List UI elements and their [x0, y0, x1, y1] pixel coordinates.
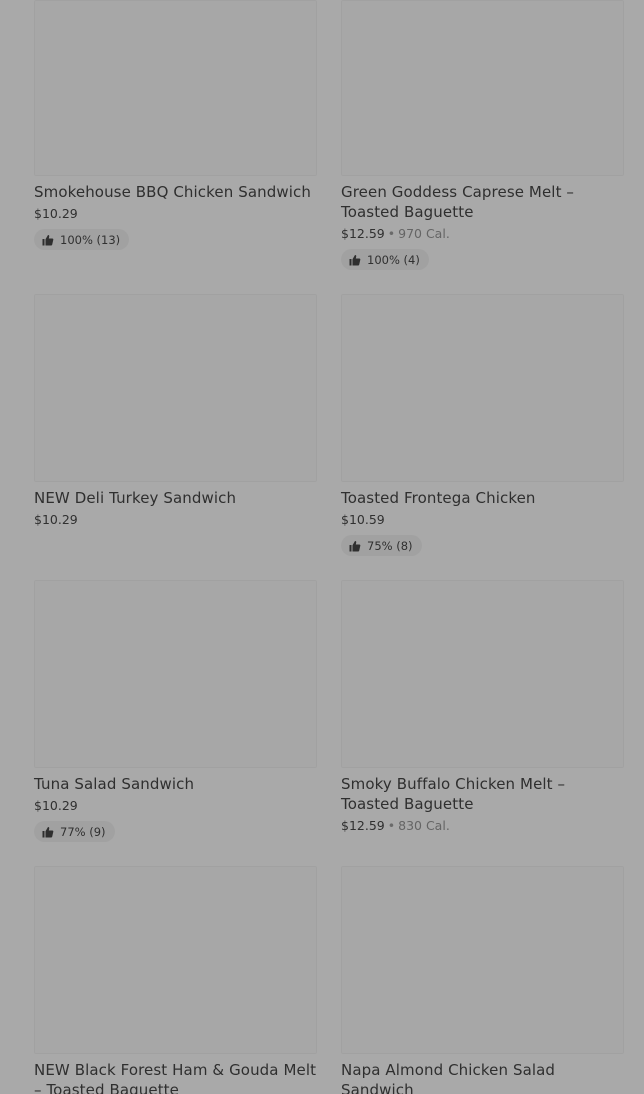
item-meta: $10.59 [341, 510, 624, 530]
item-image[interactable] [341, 0, 624, 176]
item-image[interactable] [341, 866, 624, 1054]
meta-separator: • [387, 226, 396, 241]
item-rating: 77% (9) [34, 821, 115, 842]
item-name[interactable]: NEW Black Forest Ham & Gouda Melt – Toas… [34, 1060, 317, 1094]
item-image[interactable] [341, 294, 624, 482]
rating-text: 75% (8) [367, 538, 413, 553]
menu-item-card[interactable]: NEW Deli Turkey Sandwich $10.29 [34, 294, 317, 580]
item-price: $10.29 [34, 512, 78, 527]
item-image[interactable] [34, 294, 317, 482]
rating-text: 77% (9) [60, 824, 106, 839]
item-meta: $10.29 [34, 204, 317, 224]
item-price: $10.29 [34, 206, 78, 221]
item-name[interactable]: Toasted Frontega Chicken [341, 488, 624, 508]
item-calories: 830 Cal. [398, 818, 450, 833]
menu-item-card[interactable]: Smoky Buffalo Chicken Melt – Toasted Bag… [341, 580, 624, 866]
menu-item-card[interactable]: Green Goddess Caprese Melt – Toasted Bag… [341, 0, 624, 294]
item-price: $12.59 [341, 226, 385, 241]
item-name[interactable]: Smokehouse BBQ Chicken Sandwich [34, 182, 317, 202]
item-name[interactable]: Green Goddess Caprese Melt – Toasted Bag… [341, 182, 624, 222]
item-meta: $10.29 [34, 796, 317, 816]
thumbs-up-icon [349, 540, 361, 551]
item-name[interactable]: Smoky Buffalo Chicken Melt – Toasted Bag… [341, 774, 624, 814]
item-meta: $12.59 • 830 Cal. [341, 816, 624, 836]
item-rating: 100% (13) [34, 229, 130, 250]
item-rating: 100% (4) [341, 249, 429, 270]
rating-text: 100% (13) [60, 232, 121, 247]
menu-item-card[interactable]: Napa Almond Chicken Salad Sandwich [341, 866, 624, 1094]
item-image[interactable] [34, 0, 317, 176]
item-name[interactable]: NEW Deli Turkey Sandwich [34, 488, 317, 508]
item-price: $10.29 [34, 798, 78, 813]
menu-item-card[interactable]: Toasted Frontega Chicken $10.59 75% (8) [341, 294, 624, 580]
item-meta: $12.59 • 970 Cal. [341, 224, 624, 244]
item-price: $12.59 [341, 818, 385, 833]
thumbs-up-icon [42, 234, 54, 245]
item-meta: $10.29 [34, 510, 317, 530]
menu-item-grid: Smokehouse BBQ Chicken Sandwich $10.29 1… [34, 0, 624, 1094]
meta-separator: • [387, 818, 396, 833]
item-name[interactable]: Napa Almond Chicken Salad Sandwich [341, 1060, 624, 1094]
item-name[interactable]: Tuna Salad Sandwich [34, 774, 317, 794]
menu-item-card[interactable]: Tuna Salad Sandwich $10.29 77% (9) [34, 580, 317, 866]
thumbs-up-icon [349, 254, 361, 265]
menu-item-card[interactable]: NEW Black Forest Ham & Gouda Melt – Toas… [34, 866, 317, 1094]
menu-item-card[interactable]: Smokehouse BBQ Chicken Sandwich $10.29 1… [34, 0, 317, 294]
item-image[interactable] [341, 580, 624, 768]
menu-page: Smokehouse BBQ Chicken Sandwich $10.29 1… [0, 0, 644, 1094]
item-rating: 75% (8) [341, 535, 422, 556]
thumbs-up-icon [42, 826, 54, 837]
item-price: $10.59 [341, 512, 385, 527]
item-image[interactable] [34, 866, 317, 1054]
rating-text: 100% (4) [367, 252, 420, 267]
item-image[interactable] [34, 580, 317, 768]
item-calories: 970 Cal. [398, 226, 450, 241]
